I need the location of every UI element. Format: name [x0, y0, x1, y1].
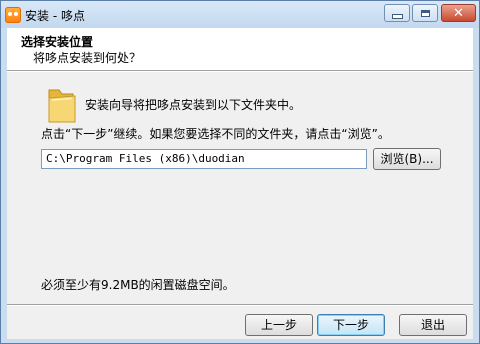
installer-window: 安装 - 哆点 ✕ 选择安装位置 将哆点安装到何处？ 安装向导将把哆点安装到以下… — [0, 0, 480, 344]
wizard-content: 安装向导将把哆点安装到以下文件夹中。 点击“下一步”继续。如果您要选择不同的文件… — [7, 72, 473, 304]
maximize-button[interactable] — [412, 4, 438, 22]
page-subtitle: 将哆点安装到何处？ — [33, 51, 142, 65]
next-button[interactable]: 下一步 — [317, 314, 385, 336]
page-title: 选择安装位置 — [21, 35, 94, 49]
back-button[interactable]: 上一步 — [245, 314, 313, 336]
disk-space-note: 必须至少有9.2MB的闲置磁盘空间。 — [41, 278, 235, 292]
close-button[interactable]: ✕ — [441, 4, 476, 22]
instruction-text: 点击“下一步”继续。如果您要选择不同的文件夹，请点击“浏览”。 — [41, 127, 390, 141]
install-path-input[interactable]: C:\Program Files (x86)\duodian — [41, 149, 367, 169]
intro-text: 安装向导将把哆点安装到以下文件夹中。 — [85, 98, 302, 112]
app-logo-icon — [5, 7, 21, 23]
minimize-button[interactable] — [384, 4, 410, 22]
folder-icon — [48, 89, 76, 123]
wizard-header: 选择安装位置 将哆点安装到何处？ — [7, 28, 473, 70]
browse-button[interactable]: 浏览(B)... — [373, 148, 441, 170]
close-icon: ✕ — [453, 5, 464, 21]
cancel-button[interactable]: 退出 — [399, 314, 467, 336]
maximize-icon — [420, 9, 430, 17]
title-bar[interactable]: 安装 - 哆点 ✕ — [1, 1, 479, 28]
minimize-icon — [391, 13, 403, 19]
window-title: 安装 - 哆点 — [25, 9, 85, 23]
wizard-footer: 上一步 下一步 退出 — [7, 306, 473, 339]
